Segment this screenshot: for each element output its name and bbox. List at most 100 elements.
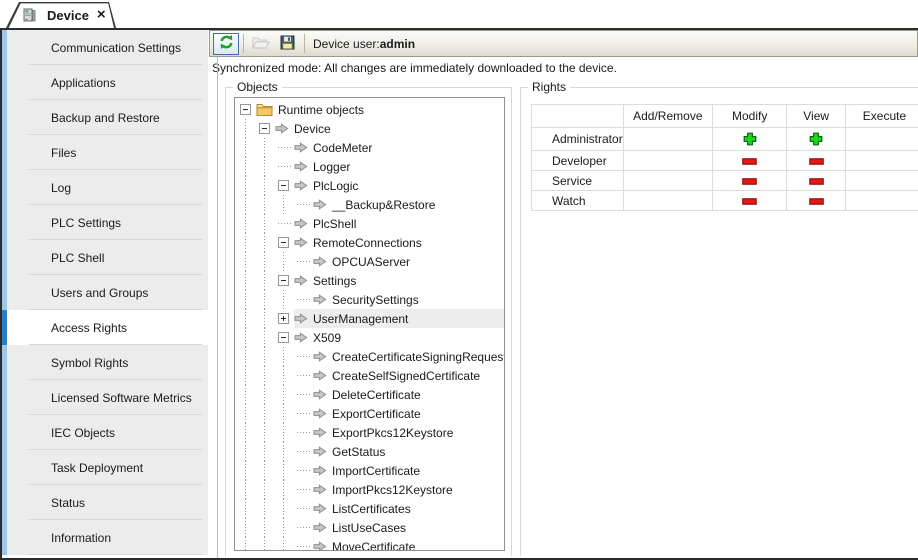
rights-cell-administrator-modify[interactable] xyxy=(712,128,786,151)
tree-node-label: CreateCertificateSigningRequest xyxy=(332,350,505,364)
rights-cell-service-view[interactable] xyxy=(787,171,846,191)
refresh-button[interactable] xyxy=(213,33,239,55)
sidebar-item-iec-objects[interactable]: IEC Objects xyxy=(2,415,208,450)
sidebar-item-plc-shell[interactable]: PLC Shell xyxy=(2,240,208,275)
arrow-icon xyxy=(294,142,308,153)
tree-node-label: PlcShell xyxy=(313,217,362,231)
save-button[interactable] xyxy=(274,33,300,55)
indent-guide xyxy=(256,195,275,214)
tree-node-device[interactable]: Device xyxy=(235,119,504,138)
indent-guide xyxy=(256,138,275,157)
tree-node-listusecases[interactable]: ListUseCases xyxy=(235,518,504,537)
rights-cell-watch-view[interactable] xyxy=(787,191,846,211)
tree-node-label: X509 xyxy=(313,331,347,345)
sidebar-item-backup-and-restore[interactable]: Backup and Restore xyxy=(2,100,208,135)
deny-minus-icon xyxy=(742,178,757,185)
sidebar-item-symbol-rights[interactable]: Symbol Rights xyxy=(2,345,208,380)
arrow-icon xyxy=(313,389,327,400)
rights-cell-developer-execute[interactable] xyxy=(845,151,918,171)
sidebar-item-label: PLC Shell xyxy=(51,251,104,265)
sidebar-item-log[interactable]: Log xyxy=(2,170,208,205)
tab-device[interactable]: Device × xyxy=(6,2,116,28)
tree-node-x509[interactable]: X509 xyxy=(235,328,504,347)
tree-node-createselfsignedcertificate[interactable]: CreateSelfSignedCertificate xyxy=(235,366,504,385)
arrow-icon xyxy=(294,237,308,248)
rights-cell-administrator-add-remove[interactable] xyxy=(623,128,712,151)
tree-node-movecertificate[interactable]: MoveCertificate xyxy=(235,537,504,551)
indent-guide xyxy=(256,537,275,551)
arrow-icon xyxy=(313,446,327,457)
indent-guide xyxy=(256,290,275,309)
collapse-icon[interactable] xyxy=(240,104,251,115)
arrow-icon xyxy=(294,275,308,286)
deny-minus-icon xyxy=(809,198,824,205)
indent-guide xyxy=(275,442,294,461)
rights-cell-service-execute[interactable] xyxy=(845,171,918,191)
sidebar-item-licensed-software-metrics[interactable]: Licensed Software Metrics xyxy=(2,380,208,415)
tree-node-logger[interactable]: Logger xyxy=(235,157,504,176)
rights-cell-watch-execute[interactable] xyxy=(845,191,918,211)
rights-cell-developer-view[interactable] xyxy=(787,151,846,171)
sidebar-item-communication-settings[interactable]: Communication Settings xyxy=(2,30,208,65)
tree-node-runtime-objects[interactable]: Runtime objects xyxy=(235,100,504,119)
sidebar-item-plc-settings[interactable]: PLC Settings xyxy=(2,205,208,240)
rights-cell-developer-modify[interactable] xyxy=(712,151,786,171)
rights-cell-watch-add-remove[interactable] xyxy=(623,191,712,211)
tree-node-backup-restore[interactable]: __Backup&Restore xyxy=(235,195,504,214)
collapse-icon[interactable] xyxy=(278,180,289,191)
tree-node-settings[interactable]: Settings xyxy=(235,271,504,290)
tree-node-opcuaserver[interactable]: OPCUAServer xyxy=(235,252,504,271)
tree-node-plclogic[interactable]: PlcLogic xyxy=(235,176,504,195)
rights-groupbox: Rights Add/RemoveModifyViewExecuteAdmini… xyxy=(520,87,918,556)
indent-guide xyxy=(237,480,256,499)
arrow-icon xyxy=(294,180,308,191)
tree-node-exportpkcs12keystore[interactable]: ExportPkcs12Keystore xyxy=(235,423,504,442)
rights-cell-administrator-execute[interactable] xyxy=(845,128,918,151)
tree-node-listcertificates[interactable]: ListCertificates xyxy=(235,499,504,518)
tree-node-usermanagement[interactable]: UserManagement xyxy=(235,309,504,328)
indent-guide xyxy=(275,480,294,499)
indent-guide xyxy=(256,233,275,252)
tree-node-plcshell[interactable]: PlcShell xyxy=(235,214,504,233)
tree-node-remoteconnections[interactable]: RemoteConnections xyxy=(235,233,504,252)
collapse-icon[interactable] xyxy=(278,275,289,286)
indent-guide xyxy=(256,157,275,176)
sidebar-item-task-deployment[interactable]: Task Deployment xyxy=(2,450,208,485)
sidebar-item-label: Backup and Restore xyxy=(51,111,160,125)
collapse-icon[interactable] xyxy=(278,332,289,343)
tree-node-securitysettings[interactable]: SecuritySettings xyxy=(235,290,504,309)
rights-cell-watch-modify[interactable] xyxy=(712,191,786,211)
indent-guide xyxy=(275,290,294,309)
sidebar-item-applications[interactable]: Applications xyxy=(2,65,208,100)
collapse-icon[interactable] xyxy=(278,237,289,248)
indent-guide xyxy=(256,366,275,385)
collapse-icon[interactable] xyxy=(259,123,270,134)
save-icon xyxy=(280,35,295,53)
deny-minus-icon xyxy=(742,158,757,165)
tree-node-codemeter[interactable]: CodeMeter xyxy=(235,138,504,157)
sidebar-item-files[interactable]: Files xyxy=(2,135,208,170)
indent-guide xyxy=(275,461,294,480)
indent-guide xyxy=(256,271,275,290)
sidebar-item-label: Status xyxy=(51,496,85,510)
tab-close-icon[interactable]: × xyxy=(97,8,106,22)
sidebar-item-information[interactable]: Information xyxy=(2,520,208,555)
expand-icon[interactable] xyxy=(278,313,289,324)
open-button xyxy=(248,33,274,55)
rights-cell-service-modify[interactable] xyxy=(712,171,786,191)
tree-node-importpkcs12keystore[interactable]: ImportPkcs12Keystore xyxy=(235,480,504,499)
sidebar-item-status[interactable]: Status xyxy=(2,485,208,520)
tree-node-label: UserManagement xyxy=(313,312,414,326)
sidebar-item-users-and-groups[interactable]: Users and Groups xyxy=(2,275,208,310)
rights-cell-administrator-view[interactable] xyxy=(787,128,846,151)
rights-cell-developer-add-remove[interactable] xyxy=(623,151,712,171)
tree-node-createcertificatesigningrequest[interactable]: CreateCertificateSigningRequest xyxy=(235,347,504,366)
indent-guide xyxy=(237,537,256,551)
tree-node-getstatus[interactable]: GetStatus xyxy=(235,442,504,461)
tree-node-deletecertificate[interactable]: DeleteCertificate xyxy=(235,385,504,404)
tree-node-exportcertificate[interactable]: ExportCertificate xyxy=(235,404,504,423)
sidebar-item-access-rights[interactable]: Access Rights xyxy=(2,310,208,345)
tree-node-label: CodeMeter xyxy=(313,141,378,155)
tree-node-importcertificate[interactable]: ImportCertificate xyxy=(235,461,504,480)
rights-cell-service-add-remove[interactable] xyxy=(623,171,712,191)
